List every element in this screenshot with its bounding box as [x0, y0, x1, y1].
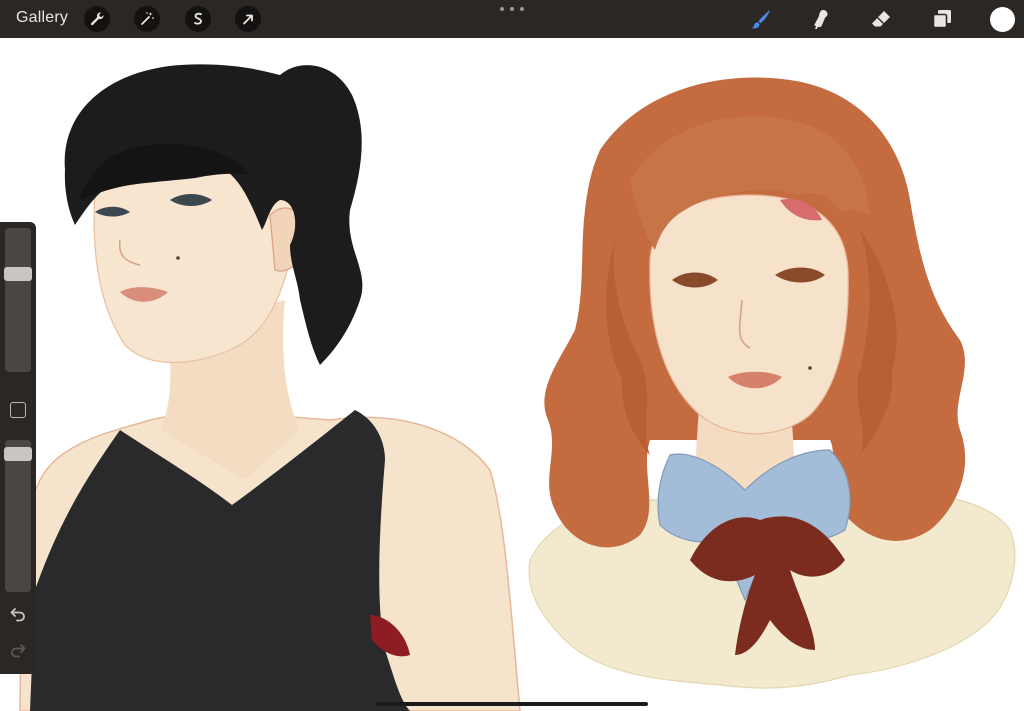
transform-arrow-icon	[243, 14, 253, 25]
home-indicator[interactable]	[376, 702, 648, 706]
brush-size-slider[interactable]	[4, 228, 32, 372]
adjustments-button[interactable]	[134, 6, 160, 32]
dot	[500, 7, 504, 11]
dot	[510, 7, 514, 11]
top-toolbar: Gallery	[0, 0, 1024, 38]
eraser-tool-button[interactable]	[868, 6, 894, 32]
brush-size-slider-thumb[interactable]	[4, 267, 32, 281]
drawing-canvas[interactable]	[0, 38, 1024, 711]
paint-tool-button[interactable]	[748, 6, 774, 32]
dot	[520, 7, 524, 11]
selection-icon	[194, 12, 202, 25]
redo-button[interactable]	[8, 640, 28, 660]
redo-icon	[11, 644, 26, 658]
undo-icon	[10, 608, 25, 622]
right-figure-mole	[808, 366, 812, 370]
actions-button[interactable]	[84, 6, 110, 32]
selection-button[interactable]	[185, 6, 211, 32]
smudge-icon	[814, 10, 828, 29]
left-figure-mole	[176, 256, 180, 260]
eraser-icon	[872, 11, 890, 27]
wrench-icon	[90, 12, 104, 26]
color-picker-button[interactable]	[990, 7, 1015, 32]
side-toolbar	[0, 222, 36, 674]
magic-wand-icon	[141, 12, 154, 25]
gallery-button[interactable]: Gallery	[16, 9, 68, 27]
layers-button[interactable]	[929, 6, 955, 32]
opacity-slider-thumb[interactable]	[4, 446, 32, 461]
transform-button[interactable]	[235, 6, 261, 32]
opacity-slider[interactable]	[4, 440, 32, 592]
modifier-button[interactable]	[10, 402, 26, 418]
undo-button[interactable]	[8, 604, 28, 624]
layers-icon	[932, 10, 951, 29]
brush-icon	[751, 10, 770, 29]
more-options-button[interactable]	[500, 2, 524, 16]
smudge-tool-button[interactable]	[808, 6, 834, 32]
